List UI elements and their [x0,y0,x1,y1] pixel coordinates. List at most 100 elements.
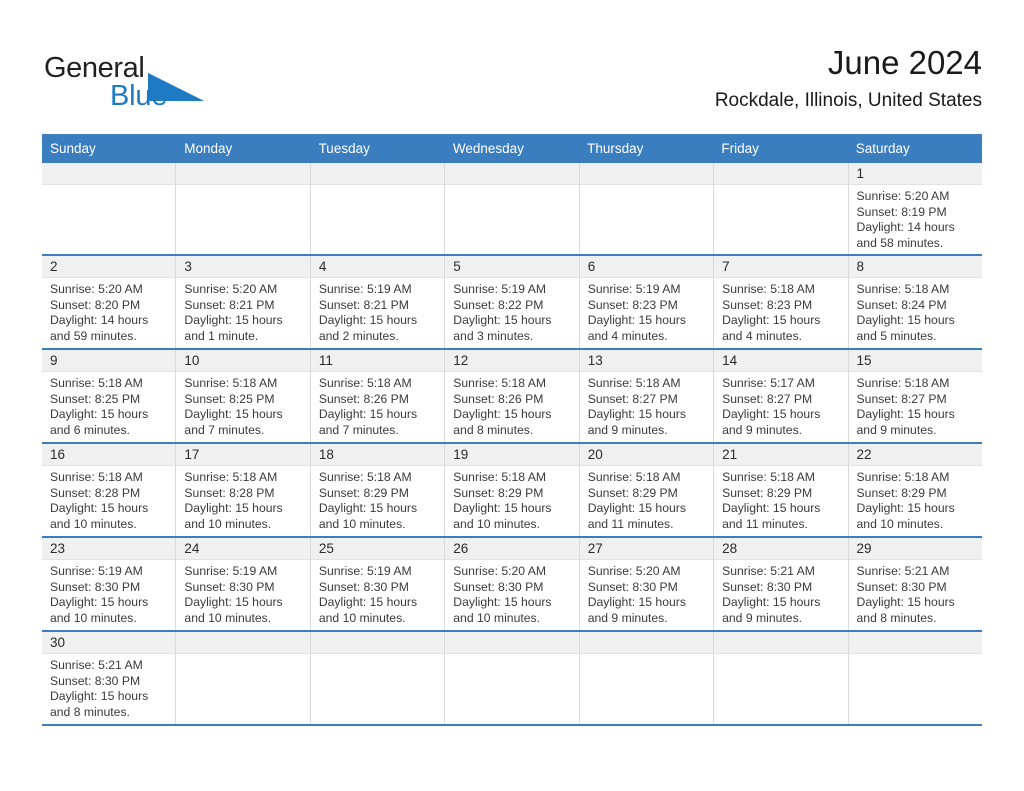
day-sun-info: Sunrise: 5:20 AM Sunset: 8:21 PM Daylight:… [176,278,309,344]
daylight-text-line2: and 4 minutes. [722,328,803,343]
daylight-text-line1: Daylight: 14 hours [50,313,149,328]
sunrise-text: Sunrise: 5:20 AM [453,564,547,578]
day-cell-6[interactable]: 6 Sunrise: 5:19 AM Sunset: 8:23 PM Daylight… [579,256,715,348]
sunset-text: Sunset: 8:30 PM [318,579,409,594]
daylight-text-line2: and 9 minutes. [856,422,937,437]
day-cell-13[interactable]: 13 Sunrise: 5:18 AM Sunset: 8:27 PM Dayligh… [579,350,715,442]
day-number: 27 [587,541,603,556]
day-sun-info: Sunrise: 5:18 AM Sunset: 8:27 PM Daylight:… [849,372,982,438]
day-number-band: 22 [848,444,982,466]
daylight-text-line1: Daylight: 15 hours [722,407,821,422]
daylight-text-line1: Daylight: 15 hours [184,313,283,328]
day-sun-info: Sunrise: 5:18 AM Sunset: 8:29 PM Daylight:… [311,466,444,532]
day-number: 1 [856,166,865,181]
day-cell-18[interactable]: 18 Sunrise: 5:18 AM Sunset: 8:29 PM Dayligh… [310,444,446,536]
day-number: 15 [856,353,872,368]
day-number-band: 27 [579,538,714,560]
day-sun-info: Sunrise: 5:20 AM Sunset: 8:30 PM Daylight:… [580,560,713,626]
daylight-text-line1: Daylight: 15 hours [722,595,821,610]
day-cell-1[interactable]: 1 Sunrise: 5:20 AM Sunset: 8:19 PM Daylight… [848,163,982,254]
day-cell-25[interactable]: 25 Sunrise: 5:19 AM Sunset: 8:30 PM Dayligh… [310,538,446,630]
day-sun-info: Sunrise: 5:18 AM Sunset: 8:29 PM Daylight:… [580,466,713,532]
day-cell-empty [42,163,177,254]
day-cell-22[interactable]: 22 Sunrise: 5:18 AM Sunset: 8:29 PM Dayligh… [848,444,982,536]
day-number-band [42,163,176,185]
daylight-text-line2: and 10 minutes. [318,610,406,625]
day-number-band: 20 [579,444,714,466]
day-number: 29 [856,541,872,556]
day-cell-19[interactable]: 19 Sunrise: 5:18 AM Sunset: 8:29 PM Dayligh… [445,444,580,536]
sunrise-text: Sunrise: 5:20 AM [50,282,143,296]
day-cell-10[interactable]: 10 Sunrise: 5:18 AM Sunset: 8:25 PM Dayligh… [176,350,311,442]
weekday-header-tuesday: Tuesday [318,141,370,156]
daylight-text-line2: and 10 minutes. [50,610,137,625]
daylight-text-line1: Daylight: 15 hours [587,501,686,516]
daylight-text-line2: and 7 minutes. [184,422,265,437]
day-cell-23[interactable]: 23 Sunrise: 5:19 AM Sunset: 8:30 PM Dayligh… [42,538,177,630]
day-cell-30[interactable]: 30 Sunrise: 5:21 AM Sunset: 8:30 PM Dayligh… [42,632,177,724]
day-sun-info: Sunrise: 5:19 AM Sunset: 8:22 PM Daylight:… [445,278,578,344]
day-number-band: 10 [176,350,310,372]
day-number: 23 [50,541,66,556]
day-cell-26[interactable]: 26 Sunrise: 5:20 AM Sunset: 8:30 PM Dayligh… [445,538,580,630]
day-sun-info: Sunrise: 5:18 AM Sunset: 8:28 PM Daylight:… [42,466,175,532]
day-cell-2[interactable]: 2 Sunrise: 5:20 AM Sunset: 8:20 PM Daylight… [42,256,177,348]
day-sun-info: Sunrise: 5:20 AM Sunset: 8:30 PM Daylight:… [445,560,578,626]
day-number: 6 [587,259,596,274]
daylight-text-line2: and 6 minutes. [50,422,130,437]
daylight-text-line1: Daylight: 15 hours [318,501,418,516]
daylight-text-line1: Daylight: 15 hours [587,407,686,422]
day-cell-empty [714,632,849,724]
sunrise-text: Sunrise: 5:19 AM [318,564,412,578]
title-block: June 2024 Rockdale, Illinois, United Sta… [715,42,982,114]
weekday-header-monday: Monday [184,141,233,156]
day-sun-info: Sunrise: 5:18 AM Sunset: 8:24 PM Daylight:… [849,278,982,344]
daylight-text-line2: and 2 minutes. [318,328,399,343]
day-cell-3[interactable]: 3 Sunrise: 5:20 AM Sunset: 8:21 PM Daylight… [176,256,311,348]
day-number-band: 2 [42,256,176,278]
sunset-text: Sunset: 8:27 PM [856,391,947,406]
sunset-text: Sunset: 8:27 PM [587,391,678,406]
day-sun-info: Sunrise: 5:18 AM Sunset: 8:23 PM Daylight:… [714,278,847,344]
day-sun-info: Sunrise: 5:19 AM Sunset: 8:21 PM Daylight:… [311,278,444,344]
sunrise-text: Sunrise: 5:19 AM [453,282,547,296]
day-cell-28[interactable]: 28 Sunrise: 5:21 AM Sunset: 8:30 PM Dayligh… [714,538,849,630]
day-cell-15[interactable]: 15 Sunrise: 5:18 AM Sunset: 8:27 PM Dayligh… [848,350,982,442]
daylight-text-line2: and 59 minutes. [50,328,137,343]
day-cell-24[interactable]: 24 Sunrise: 5:19 AM Sunset: 8:30 PM Dayligh… [176,538,311,630]
day-sun-info: Sunrise: 5:18 AM Sunset: 8:29 PM Daylight:… [849,466,982,532]
day-sun-info: Sunrise: 5:19 AM Sunset: 8:30 PM Daylight:… [311,560,444,626]
day-cell-20[interactable]: 20 Sunrise: 5:18 AM Sunset: 8:29 PM Dayligh… [579,444,715,536]
day-cell-4[interactable]: 4 Sunrise: 5:19 AM Sunset: 8:21 PM Daylight… [310,256,446,348]
day-cell-16[interactable]: 16 Sunrise: 5:18 AM Sunset: 8:28 PM Dayligh… [42,444,177,536]
day-number-band: 25 [310,538,445,560]
daylight-text-line1: Daylight: 15 hours [184,501,283,516]
day-number: 28 [722,541,738,556]
weekday-header-wednesday: Wednesday [452,141,524,156]
day-cell-5[interactable]: 5 Sunrise: 5:19 AM Sunset: 8:22 PM Daylight… [445,256,580,348]
sunrise-text: Sunrise: 5:18 AM [184,376,278,390]
day-cell-17[interactable]: 17 Sunrise: 5:18 AM Sunset: 8:28 PM Dayligh… [176,444,311,536]
daylight-text-line2: and 8 minutes. [50,704,130,719]
day-number-band: 24 [176,538,310,560]
day-cell-11[interactable]: 11 Sunrise: 5:18 AM Sunset: 8:26 PM Dayligh… [310,350,446,442]
calendar-week-row: 23 Sunrise: 5:19 AM Sunset: 8:30 PM Dayligh… [42,538,982,632]
daylight-text-line1: Daylight: 15 hours [587,313,686,328]
day-sun-info: Sunrise: 5:18 AM Sunset: 8:28 PM Daylight:… [176,466,309,532]
day-cell-21[interactable]: 21 Sunrise: 5:18 AM Sunset: 8:29 PM Dayligh… [714,444,849,536]
day-cell-7[interactable]: 7 Sunrise: 5:18 AM Sunset: 8:23 PM Daylight… [714,256,849,348]
sunrise-text: Sunrise: 5:18 AM [50,376,143,390]
day-number-band: 11 [310,350,445,372]
day-number: 2 [50,259,58,274]
day-cell-12[interactable]: 12 Sunrise: 5:18 AM Sunset: 8:26 PM Dayligh… [445,350,580,442]
day-cell-9[interactable]: 9 Sunrise: 5:18 AM Sunset: 8:25 PM Daylight… [42,350,177,442]
day-number: 26 [453,541,469,556]
day-cell-27[interactable]: 27 Sunrise: 5:20 AM Sunset: 8:30 PM Dayligh… [579,538,715,630]
day-cell-29[interactable]: 29 Sunrise: 5:21 AM Sunset: 8:30 PM Dayligh… [848,538,982,630]
day-cell-8[interactable]: 8 Sunrise: 5:18 AM Sunset: 8:24 PM Daylight… [848,256,982,348]
day-number: 5 [453,259,461,274]
weekday-header-sunday: Sunday [50,141,96,156]
sunset-text: Sunset: 8:20 PM [50,297,141,312]
day-number-band: 15 [848,350,982,372]
day-cell-14[interactable]: 14 Sunrise: 5:17 AM Sunset: 8:27 PM Dayligh… [714,350,849,442]
